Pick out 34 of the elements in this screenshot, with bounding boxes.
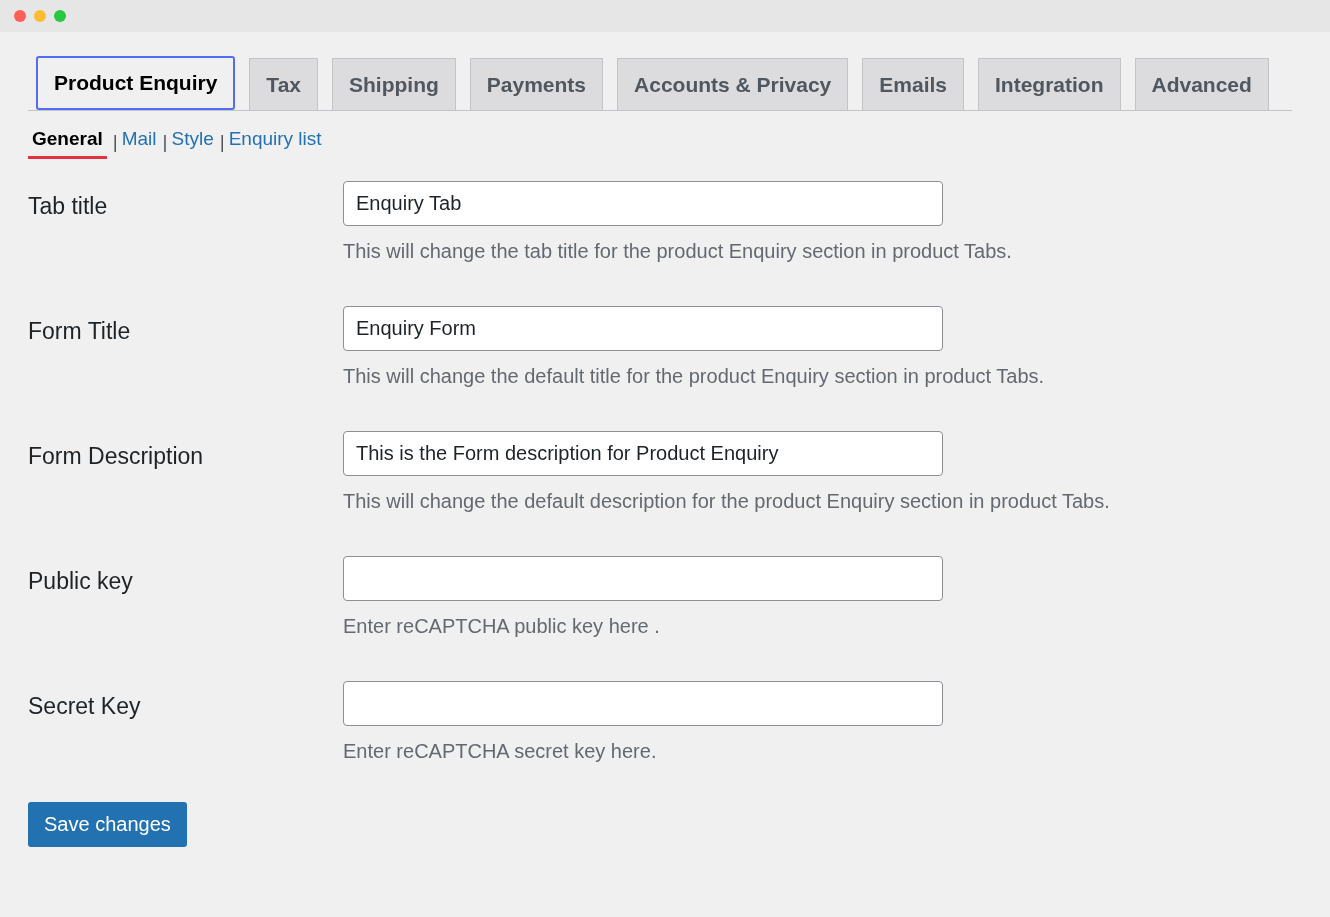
subtab-link[interactable]: Enquiry list — [228, 125, 322, 159]
separator: | — [112, 129, 118, 154]
tab[interactable]: Payments — [469, 58, 604, 110]
field-label: Public key — [28, 566, 134, 596]
separator: | — [219, 129, 225, 154]
minimize-icon[interactable] — [34, 10, 46, 22]
subtab-link[interactable]: Style — [171, 125, 214, 159]
field-label: Form Description — [28, 441, 205, 471]
input-field[interactable]: Enquiry Tab — [343, 180, 943, 226]
input-field[interactable] — [343, 680, 943, 726]
separator: | — [162, 129, 168, 154]
maximize-icon[interactable] — [54, 10, 66, 22]
field-label: Form Title — [28, 316, 132, 346]
field-description: Enter reCAPTCHA public key here . — [343, 613, 661, 639]
tab[interactable]: Integration — [978, 58, 1121, 110]
input-field[interactable] — [343, 555, 943, 601]
close-icon[interactable] — [14, 10, 26, 22]
subtab-link[interactable]: General — [28, 125, 107, 159]
save-button[interactable]: Save changes — [28, 801, 187, 847]
tab[interactable]: Tax — [249, 58, 318, 110]
field-description: This will change the default description for the product Enquiry section in product Tabs. — [343, 488, 1110, 514]
tab[interactable]: Product Enquiry — [36, 56, 236, 110]
input-field[interactable]: This is the Form description for Product Enquiry — [343, 430, 943, 476]
tab[interactable]: Advanced — [1134, 58, 1269, 110]
field-description: This will change the tab title for the product Enquiry section in product Tabs. — [343, 238, 1012, 264]
input-field[interactable]: Enquiry Form — [343, 305, 943, 351]
field-label: Secret Key — [28, 691, 142, 721]
field-description: This will change the default title for the product Enquiry section in product Tabs. — [343, 363, 1045, 389]
subtab-link[interactable]: Mail — [121, 125, 157, 159]
field-label: Tab title — [28, 191, 109, 221]
tab[interactable]: Accounts & Privacy — [617, 58, 849, 110]
tab[interactable]: Shipping — [332, 58, 456, 110]
tab[interactable]: Emails — [862, 58, 964, 110]
field-description: Enter reCAPTCHA secret key here. — [343, 738, 658, 764]
